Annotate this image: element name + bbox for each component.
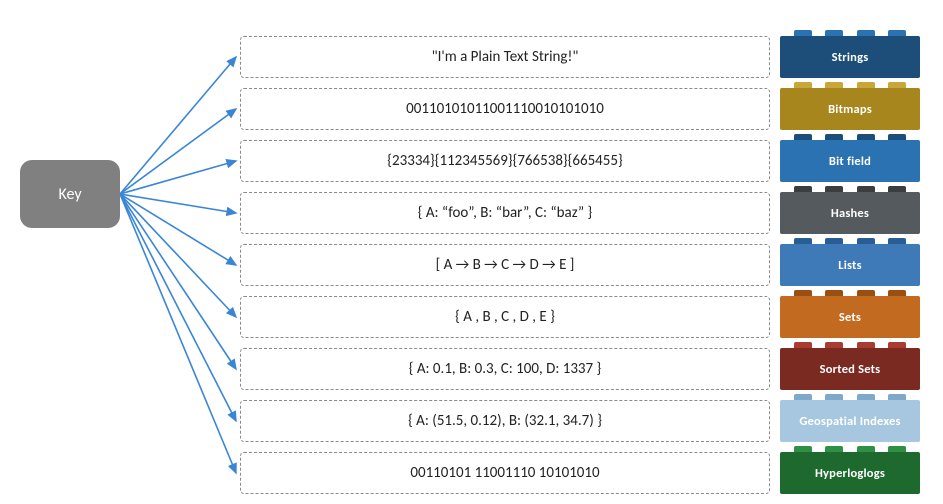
peg-icon [888, 446, 906, 452]
peg-icon [857, 186, 875, 192]
peg-icon [794, 82, 812, 88]
peg-icon [825, 290, 843, 296]
arrow-line [120, 57, 236, 194]
block-pegs [780, 30, 920, 36]
peg-icon [888, 342, 906, 348]
peg-icon [857, 82, 875, 88]
peg-icon [857, 342, 875, 348]
data-row: 00110101 11001110 10101010 Hyperloglogs [240, 452, 930, 494]
peg-icon [857, 290, 875, 296]
type-block: Geospatial Indexes [780, 400, 920, 442]
type-block: Strings [780, 36, 920, 78]
value-box: { A , B , C , D , E } [240, 296, 770, 338]
peg-icon [888, 134, 906, 140]
type-label: Sets [839, 310, 861, 325]
peg-icon [888, 30, 906, 36]
peg-icon [825, 342, 843, 348]
arrow-line [120, 194, 236, 317]
peg-icon [857, 30, 875, 36]
peg-icon [888, 394, 906, 400]
data-row: {23334}{112345569}{766538}{665455} Bit fi… [240, 140, 930, 182]
peg-icon [888, 290, 906, 296]
peg-icon [825, 394, 843, 400]
type-block: Lists [780, 244, 920, 286]
type-label: Lists [838, 258, 862, 273]
block-pegs [780, 290, 920, 296]
arrow-line [120, 194, 236, 213]
type-label: Sorted Sets [820, 362, 881, 377]
key-node: Key [20, 160, 120, 228]
peg-icon [825, 446, 843, 452]
peg-icon [794, 30, 812, 36]
type-block: Bitmaps [780, 88, 920, 130]
value-box: {23334}{112345569}{766538}{665455} [240, 140, 770, 182]
peg-icon [888, 238, 906, 244]
peg-icon [825, 238, 843, 244]
type-block: Hyperloglogs [780, 452, 920, 494]
type-block: Hashes [780, 192, 920, 234]
arrow-line [120, 194, 236, 473]
block-pegs [780, 446, 920, 452]
data-row: { A , B , C , D , E } Sets [240, 296, 930, 338]
peg-icon [888, 186, 906, 192]
block-pegs [780, 342, 920, 348]
peg-icon [794, 394, 812, 400]
peg-icon [825, 82, 843, 88]
block-pegs [780, 394, 920, 400]
key-label: Key [58, 185, 81, 204]
type-label: Strings [832, 50, 869, 65]
peg-icon [857, 394, 875, 400]
block-pegs [780, 82, 920, 88]
type-block: Bit field [780, 140, 920, 182]
data-row: { A: “foo”, B: “bar”, C: “baz” } Hashes [240, 192, 930, 234]
value-box: [ A → B → C → D → E ] [240, 244, 770, 286]
type-label: Bitmaps [828, 102, 872, 117]
value-box: "I'm a Plain Text String!" [240, 36, 770, 78]
type-label: Hashes [831, 206, 869, 221]
peg-icon [888, 82, 906, 88]
value-box: { A: “foo”, B: “bar”, C: “baz” } [240, 192, 770, 234]
peg-icon [794, 290, 812, 296]
peg-icon [857, 134, 875, 140]
peg-icon [825, 186, 843, 192]
rows-container: "I'm a Plain Text String!" Strings 0011010… [240, 36, 930, 504]
peg-icon [857, 238, 875, 244]
peg-icon [794, 342, 812, 348]
peg-icon [825, 134, 843, 140]
value-box: 00110101 11001110 10101010 [240, 452, 770, 494]
arrow-line [120, 161, 236, 194]
value-box: 00110101011001110010101010 [240, 88, 770, 130]
data-row: "I'm a Plain Text String!" Strings [240, 36, 930, 78]
arrow-line [120, 194, 236, 265]
type-block: Sets [780, 296, 920, 338]
peg-icon [825, 30, 843, 36]
peg-icon [794, 134, 812, 140]
type-label: Hyperloglogs [815, 466, 885, 481]
arrow-line [120, 194, 236, 369]
arrow-line [120, 109, 236, 194]
peg-icon [794, 186, 812, 192]
arrow-line [120, 194, 236, 421]
block-pegs [780, 134, 920, 140]
data-row: { A: (51.5, 0.12), B: (32.1, 34.7) } Geos… [240, 400, 930, 442]
value-box: { A: 0.1, B: 0.3, C: 100, D: 1337 } [240, 348, 770, 390]
data-row: 00110101011001110010101010 Bitmaps [240, 88, 930, 130]
type-label: Bit field [829, 154, 871, 169]
block-pegs [780, 186, 920, 192]
block-pegs [780, 238, 920, 244]
type-block: Sorted Sets [780, 348, 920, 390]
value-box: { A: (51.5, 0.12), B: (32.1, 34.7) } [240, 400, 770, 442]
data-row: [ A → B → C → D → E ] Lists [240, 244, 930, 286]
peg-icon [857, 446, 875, 452]
type-label: Geospatial Indexes [799, 414, 900, 429]
peg-icon [794, 446, 812, 452]
data-row: { A: 0.1, B: 0.3, C: 100, D: 1337 } Sorte… [240, 348, 930, 390]
peg-icon [794, 238, 812, 244]
